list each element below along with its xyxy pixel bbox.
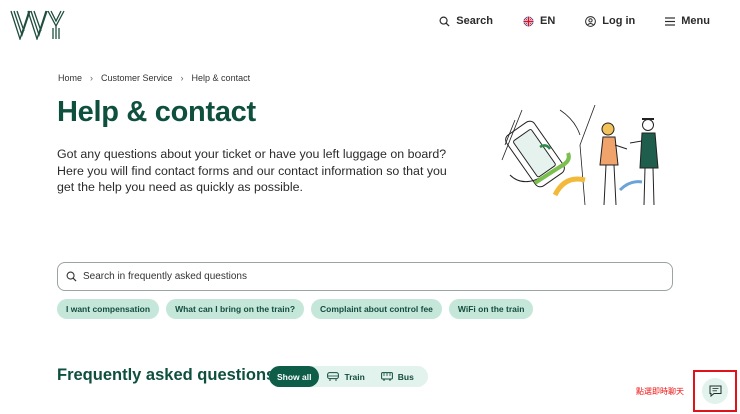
menu-button[interactable]: Menu <box>665 15 710 27</box>
language-label: EN <box>539 15 556 27</box>
search-icon <box>66 271 77 282</box>
filter-show-all[interactable]: Show all <box>269 366 320 387</box>
chip-control-fee[interactable]: Complaint about control fee <box>311 299 442 319</box>
search-icon <box>439 16 450 27</box>
breadcrumb-customer-service[interactable]: Customer Service <box>101 73 173 83</box>
site-header: Search EN Log in Menu <box>0 0 740 50</box>
filter-bus-label: Bus <box>397 371 414 382</box>
chip-compensation[interactable]: I want compensation <box>57 299 160 319</box>
bus-icon <box>380 372 393 381</box>
user-icon <box>585 15 597 27</box>
menu-icon <box>665 16 676 26</box>
train-icon <box>327 372 340 381</box>
faq-search-box[interactable] <box>57 262 673 291</box>
chevron-right-icon: › <box>90 73 94 83</box>
filter-show-all-label: Show all <box>277 371 312 382</box>
chip-wifi[interactable]: WiFi on the train <box>448 299 534 319</box>
help-illustration <box>501 105 659 206</box>
chevron-right-icon: › <box>180 73 184 83</box>
faq-search-input[interactable] <box>83 271 643 282</box>
main-nav: Search EN Log in Menu <box>439 15 710 27</box>
menu-label: Menu <box>681 15 710 27</box>
chat-label[interactable]: 點選即時聊天 <box>636 386 684 397</box>
breadcrumb: Home › Customer Service › Help & contact <box>58 73 250 83</box>
chip-bring-on-train[interactable]: What can I bring on the train? <box>166 299 305 319</box>
filter-train-label: Train <box>344 371 365 382</box>
intro-text: Got any questions about your ticket or h… <box>57 147 447 194</box>
chat-button[interactable] <box>702 378 728 404</box>
language-button[interactable]: EN <box>523 15 555 27</box>
faq-title: Frequently asked questions <box>57 366 276 384</box>
uk-flag-icon <box>523 15 534 27</box>
faq-filters: Show all Train Bus <box>269 366 428 387</box>
page-title: Help & contact <box>57 96 256 128</box>
breadcrumb-home[interactable]: Home <box>58 73 82 83</box>
login-button[interactable]: Log in <box>585 15 635 27</box>
vy-logo[interactable] <box>10 10 66 40</box>
filter-train[interactable]: Train <box>319 366 372 387</box>
chat-icon <box>709 385 721 397</box>
login-label: Log in <box>602 15 636 27</box>
search-nav-button[interactable]: Search <box>439 15 493 27</box>
breadcrumb-current: Help & contact <box>191 73 251 83</box>
filter-bus[interactable]: Bus <box>373 366 422 387</box>
quick-links: I want compensation What can I bring on … <box>57 299 534 319</box>
search-nav-label: Search <box>456 15 493 27</box>
